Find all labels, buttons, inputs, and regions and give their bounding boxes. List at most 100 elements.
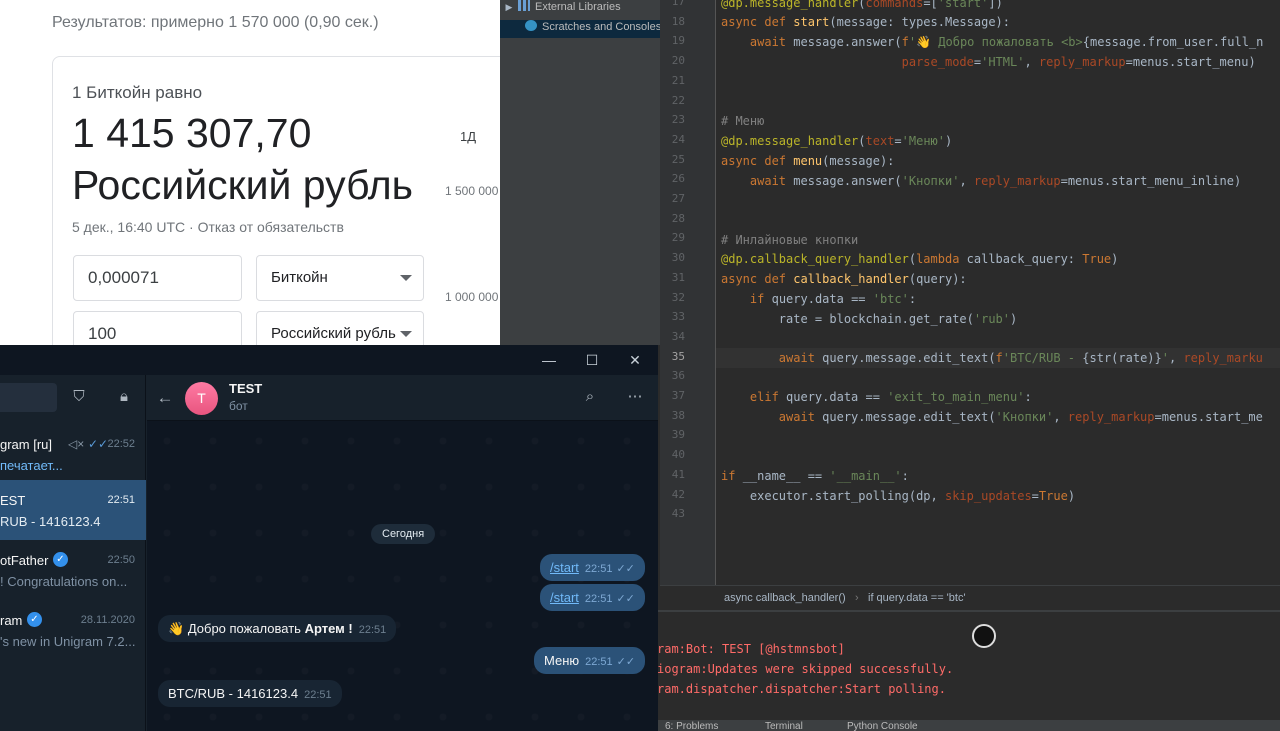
- message-text: BTC/RUB - 1416123.4: [168, 686, 299, 701]
- line-number: 27: [671, 192, 685, 205]
- code-line: await message.answer('Кнопки', reply_mar…: [749, 174, 1242, 188]
- message-bubble-out[interactable]: Меню 22:51 ✓✓: [534, 647, 646, 674]
- line-number: 19: [671, 34, 685, 48]
- shield-icon[interactable]: ⛉: [70, 388, 88, 405]
- browser-window: Результатов: примерно 1 570 000 (0,90 се…: [0, 0, 500, 345]
- line-number: 26: [671, 172, 685, 186]
- minimize-icon[interactable]: —: [539, 351, 559, 369]
- date-separator: Сегодня: [371, 524, 436, 544]
- read-checkmark-icon: ✓✓: [616, 593, 635, 605]
- chevron-down-icon: [400, 275, 412, 281]
- command-link[interactable]: /start: [550, 560, 579, 575]
- message-bubble-out[interactable]: /start 22:51 ✓✓: [540, 554, 645, 581]
- tree-item-label: External Libraries: [535, 1, 621, 13]
- code-line: # Инлайновые кнопки: [721, 233, 859, 247]
- chat-list-item-active[interactable]: EST 22:51 RUB - 1416123.4: [0, 480, 146, 540]
- chat-search-input[interactable]: [0, 383, 57, 412]
- breadcrumb-item[interactable]: async callback_handler(): [724, 592, 846, 604]
- verified-icon: ✓: [53, 552, 68, 567]
- chat-list-item[interactable]: ram ✓ 28.11.2020 's new in Unigram 7.2..…: [0, 600, 146, 660]
- currency-select-from[interactable]: Биткойн: [256, 255, 424, 301]
- project-tree: ▶ External Libraries Scratches and Consol…: [500, 0, 660, 345]
- code-editor[interactable]: @dp.message_handler(commands=['start']) …: [715, 0, 1280, 585]
- code-line: await query.message.edit_text(f'BTC/RUB …: [778, 351, 1263, 365]
- chat-time: 22:51: [107, 494, 135, 506]
- chevron-right-icon: ›: [855, 592, 859, 604]
- back-arrow-icon[interactable]: ←: [155, 388, 175, 408]
- message-time: 22:51: [584, 593, 613, 605]
- line-number: 17: [671, 0, 685, 8]
- lock-icon[interactable]: 🔒︎: [115, 388, 133, 405]
- line-number: 28: [671, 211, 685, 225]
- code-line: executor.start_polling(dp, skip_updates=…: [721, 489, 1076, 503]
- message-time: 22:51: [584, 563, 613, 575]
- line-number: 43: [671, 507, 685, 521]
- library-icon: [518, 0, 530, 11]
- tab-terminal[interactable]: Terminal: [765, 721, 803, 731]
- message-bubble-in[interactable]: 👋 Добро пожаловать Артем ! 22:51: [158, 615, 397, 642]
- line-number: 22: [671, 93, 685, 107]
- tree-item-scratches[interactable]: Scratches and Consoles: [500, 20, 660, 38]
- read-checkmark-icon: ✓✓: [88, 437, 109, 451]
- amount-input-from[interactable]: 0,000071: [73, 255, 242, 301]
- line-number: 20: [671, 54, 685, 68]
- message-bubble-in[interactable]: BTC/RUB - 1416123.4 22:51: [158, 680, 342, 707]
- chat-time: 22:52: [107, 438, 135, 450]
- wave-emoji-icon: 👋: [168, 621, 185, 636]
- message-time: 22:51: [358, 624, 387, 636]
- breadcrumb-item[interactable]: if query.data == 'btc': [868, 592, 966, 604]
- message-text: Добро пожаловать: [187, 621, 301, 636]
- line-number: 41: [671, 467, 685, 481]
- muted-icon: ◁×: [68, 437, 85, 451]
- code-line: elif query.data == 'exit_to_main_menu':: [749, 390, 1032, 404]
- line-number: 37: [671, 389, 685, 402]
- editor-breadcrumb: async callback_handler() › if query.data…: [660, 585, 1280, 610]
- line-number: 21: [671, 73, 685, 87]
- conversion-value: 1 415 307,70: [72, 110, 312, 156]
- line-number: 29: [671, 231, 685, 245]
- line-number: 34: [671, 329, 685, 343]
- conversion-label: 1 Биткойн равно: [72, 83, 203, 102]
- line-number: 42: [671, 487, 685, 501]
- line-number: 18: [671, 14, 685, 28]
- amount-input-to[interactable]: 100: [73, 311, 242, 345]
- tree-item-external-libraries[interactable]: ▶ External Libraries: [500, 0, 660, 18]
- close-icon[interactable]: ✕: [625, 351, 645, 369]
- code-line: @dp.message_handler(commands=['start']): [721, 0, 1003, 10]
- tab-problems[interactable]: 6: Problems: [665, 721, 718, 731]
- period-tab-1d[interactable]: 1Д: [460, 129, 476, 144]
- line-number: 38: [671, 408, 685, 422]
- avatar[interactable]: T: [185, 382, 218, 415]
- mouse-cursor-indicator: [972, 624, 996, 648]
- chat-name: EST: [0, 493, 26, 508]
- tab-python-console[interactable]: Python Console: [847, 721, 918, 731]
- line-number: 33: [671, 310, 685, 324]
- tree-item-label: Scratches and Consoles: [542, 21, 660, 33]
- chat-preview: 's new in Unigram 7.2...: [0, 634, 136, 649]
- scratch-icon: [525, 20, 537, 31]
- conversion-currency: Российский рубль: [72, 162, 414, 208]
- message-bubble-out[interactable]: /start 22:51 ✓✓: [540, 584, 645, 611]
- chat-preview: ! Congratulations on...: [0, 574, 128, 589]
- chevron-right-icon[interactable]: ▶: [500, 2, 518, 13]
- chat-subtitle: бот: [229, 399, 248, 413]
- telegram-window: — ☐ ✕ ⛉ 🔒︎ gram [ru] ◁× ✓✓ 22:52 печатае…: [0, 345, 658, 731]
- search-icon[interactable]: ⌕: [580, 388, 600, 405]
- code-line: rate = blockchain.get_rate('rub'): [721, 312, 1018, 326]
- currency-select-to[interactable]: Российский рубль: [256, 311, 424, 345]
- chat-preview: RUB - 1416123.4: [0, 514, 101, 529]
- chat-list-item[interactable]: gram [ru] ◁× ✓✓ 22:52 печатает...: [0, 424, 146, 484]
- maximize-icon[interactable]: ☐: [582, 351, 602, 369]
- command-link[interactable]: /start: [550, 590, 579, 605]
- chevron-down-icon: [400, 331, 412, 337]
- code-line: @dp.callback_query_handler(lambda callba…: [721, 252, 1119, 266]
- chat-list-item[interactable]: otFather ✓ 22:50 ! Congratulations on...: [0, 540, 146, 600]
- chat-preview: печатает...: [0, 458, 63, 473]
- line-number: 39: [671, 428, 685, 442]
- line-number: 36: [671, 369, 685, 383]
- console-line: iogram:Updates were skipped successfully…: [657, 662, 954, 676]
- chat-title[interactable]: TEST: [229, 381, 262, 396]
- code-line: # Меню: [721, 114, 765, 128]
- ide-status-bar: 6: Problems Terminal Python Console: [655, 720, 1280, 731]
- more-options-icon[interactable]: ⋯: [625, 387, 645, 405]
